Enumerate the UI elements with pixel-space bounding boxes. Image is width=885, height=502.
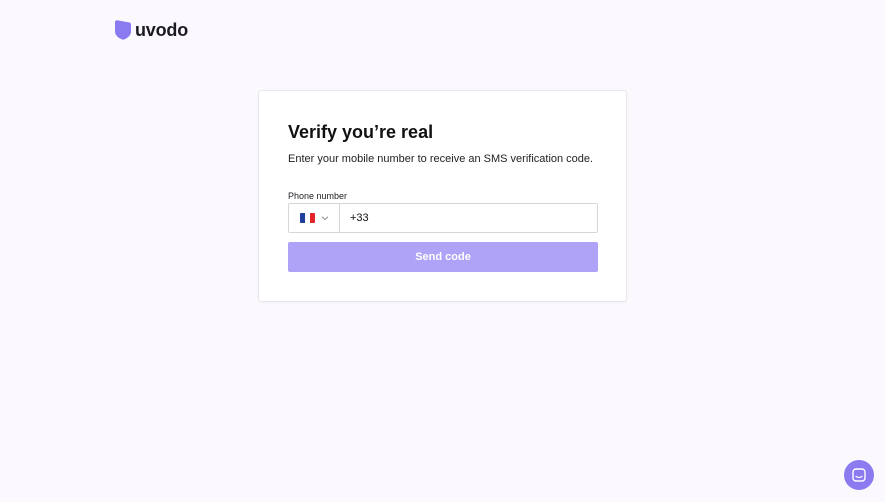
chat-launcher-button[interactable] xyxy=(844,460,874,490)
france-flag-icon xyxy=(299,213,315,223)
brand-logo[interactable]: uvodo xyxy=(115,19,188,40)
phone-number-field xyxy=(288,203,598,233)
brand-name: uvodo xyxy=(135,19,188,40)
page-title: Verify you’re real xyxy=(288,122,434,142)
phone-number-label: Phone number xyxy=(288,191,348,201)
page-subtitle: Enter your mobile number to receive an S… xyxy=(288,153,594,165)
verify-card: Verify you’re real Enter your mobile num… xyxy=(258,90,627,302)
country-code-select[interactable] xyxy=(289,204,340,232)
chat-icon xyxy=(852,468,866,482)
chevron-down-icon xyxy=(321,216,328,221)
phone-number-input[interactable] xyxy=(340,204,597,232)
send-code-button[interactable]: Send code xyxy=(288,242,598,272)
flag-stripe-red xyxy=(309,213,315,223)
shield-icon xyxy=(115,19,131,40)
